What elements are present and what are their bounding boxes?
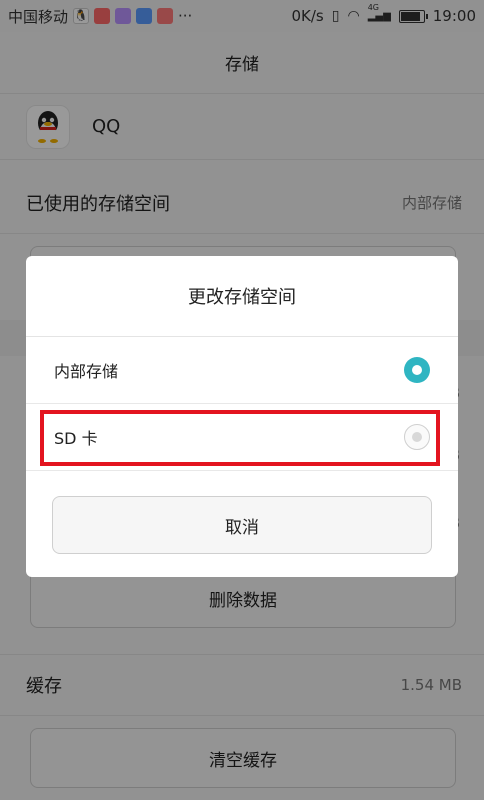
cancel-button[interactable]: 取消 bbox=[52, 496, 432, 554]
radio-selected-icon[interactable] bbox=[404, 357, 430, 383]
change-storage-dialog: 更改存储空间 内部存储 SD 卡 取消 bbox=[26, 256, 458, 577]
radio-unselected-icon[interactable] bbox=[404, 424, 430, 450]
option-internal-storage[interactable]: 内部存储 bbox=[26, 337, 458, 404]
option-internal-storage-label: 内部存储 bbox=[54, 362, 119, 381]
dialog-title: 更改存储空间 bbox=[26, 256, 458, 337]
option-sd-card[interactable]: SD 卡 bbox=[26, 404, 458, 471]
option-sd-card-label: SD 卡 bbox=[54, 429, 98, 448]
